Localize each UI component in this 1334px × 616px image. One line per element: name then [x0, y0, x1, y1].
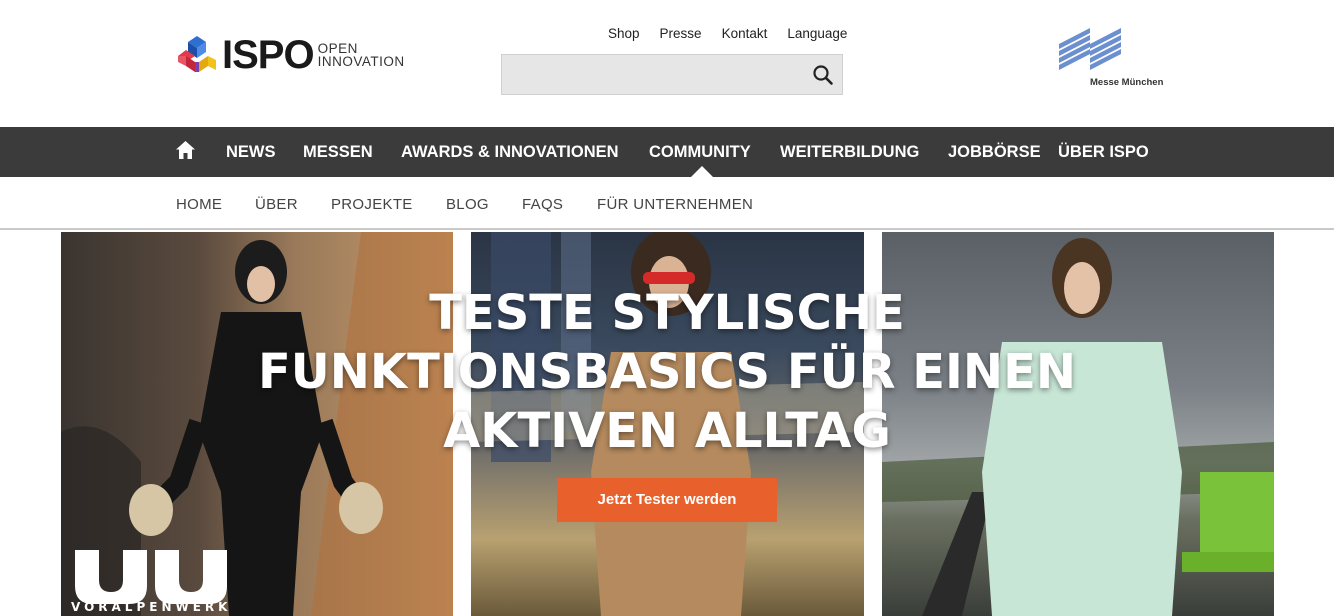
search-icon[interactable] — [812, 64, 834, 86]
active-nav-indicator — [691, 166, 713, 177]
nav-item-news[interactable]: NEWS — [226, 127, 276, 177]
hero-banner: VORALPENWERK TESTE STYLISCHE FUNKTIONSBA… — [0, 232, 1334, 616]
nav-item-awards[interactable]: AWARDS & INNOVATIONEN — [401, 127, 619, 177]
subnav-item-fuer-unternehmen[interactable]: FÜR UNTERNEHMEN — [597, 177, 753, 230]
meta-nav-kontakt[interactable]: Kontakt — [722, 26, 768, 41]
meta-nav-shop[interactable]: Shop — [608, 26, 640, 41]
messe-muenchen-label: Messe München — [1090, 77, 1164, 88]
meta-nav: Shop Presse Kontakt Language — [608, 26, 847, 41]
header: ISPO OPEN INNOVATION Shop Presse Kontakt… — [0, 0, 1334, 127]
meta-nav-language[interactable]: Language — [787, 26, 847, 41]
logo-wordmark: ISPO — [222, 33, 315, 77]
logo-subtitle: OPEN INNOVATION — [317, 42, 405, 69]
main-nav: NEWS MESSEN AWARDS & INNOVATIONEN COMMUN… — [0, 127, 1334, 177]
subnav-item-home[interactable]: HOME — [176, 177, 222, 230]
nav-item-weiterbildung[interactable]: WEITERBILDUNG — [780, 127, 919, 177]
subnav-item-ueber[interactable]: ÜBER — [255, 177, 298, 230]
nav-item-jobboerse[interactable]: JOBBÖRSE — [948, 127, 1041, 177]
search-box — [501, 54, 843, 95]
nav-item-messen[interactable]: MESSEN — [303, 127, 373, 177]
hero-title: TESTE STYLISCHE FUNKTIONSBASICS FÜR EINE… — [0, 284, 1334, 461]
hero-title-line-3: AKTIVEN ALLTAG — [443, 403, 891, 459]
meta-nav-presse[interactable]: Presse — [660, 26, 702, 41]
ispo-logo[interactable]: ISPO OPEN INNOVATION — [176, 32, 405, 78]
subnav-item-faqs[interactable]: FAQS — [522, 177, 563, 230]
nav-item-ueber-ispo[interactable]: ÜBER ISPO — [1058, 127, 1149, 177]
cta-button-tester-werden[interactable]: Jetzt Tester werden — [557, 478, 777, 522]
subnav-item-blog[interactable]: BLOG — [446, 177, 489, 230]
search-input[interactable] — [502, 55, 802, 94]
hero-title-line-1: TESTE STYLISCHE — [429, 285, 905, 341]
voralpenwerk-label: VORALPENWERK — [71, 600, 232, 614]
hero-title-line-2: FUNKTIONSBASICS FÜR EINEN — [257, 344, 1077, 400]
subnav-item-projekte[interactable]: PROJEKTE — [331, 177, 413, 230]
logo-sub-line2: INNOVATION — [317, 54, 405, 69]
sub-nav: HOME ÜBER PROJEKTE BLOG FAQS FÜR UNTERNE… — [0, 177, 1334, 230]
home-icon[interactable] — [176, 141, 195, 159]
ispo-logo-icon — [178, 36, 216, 72]
